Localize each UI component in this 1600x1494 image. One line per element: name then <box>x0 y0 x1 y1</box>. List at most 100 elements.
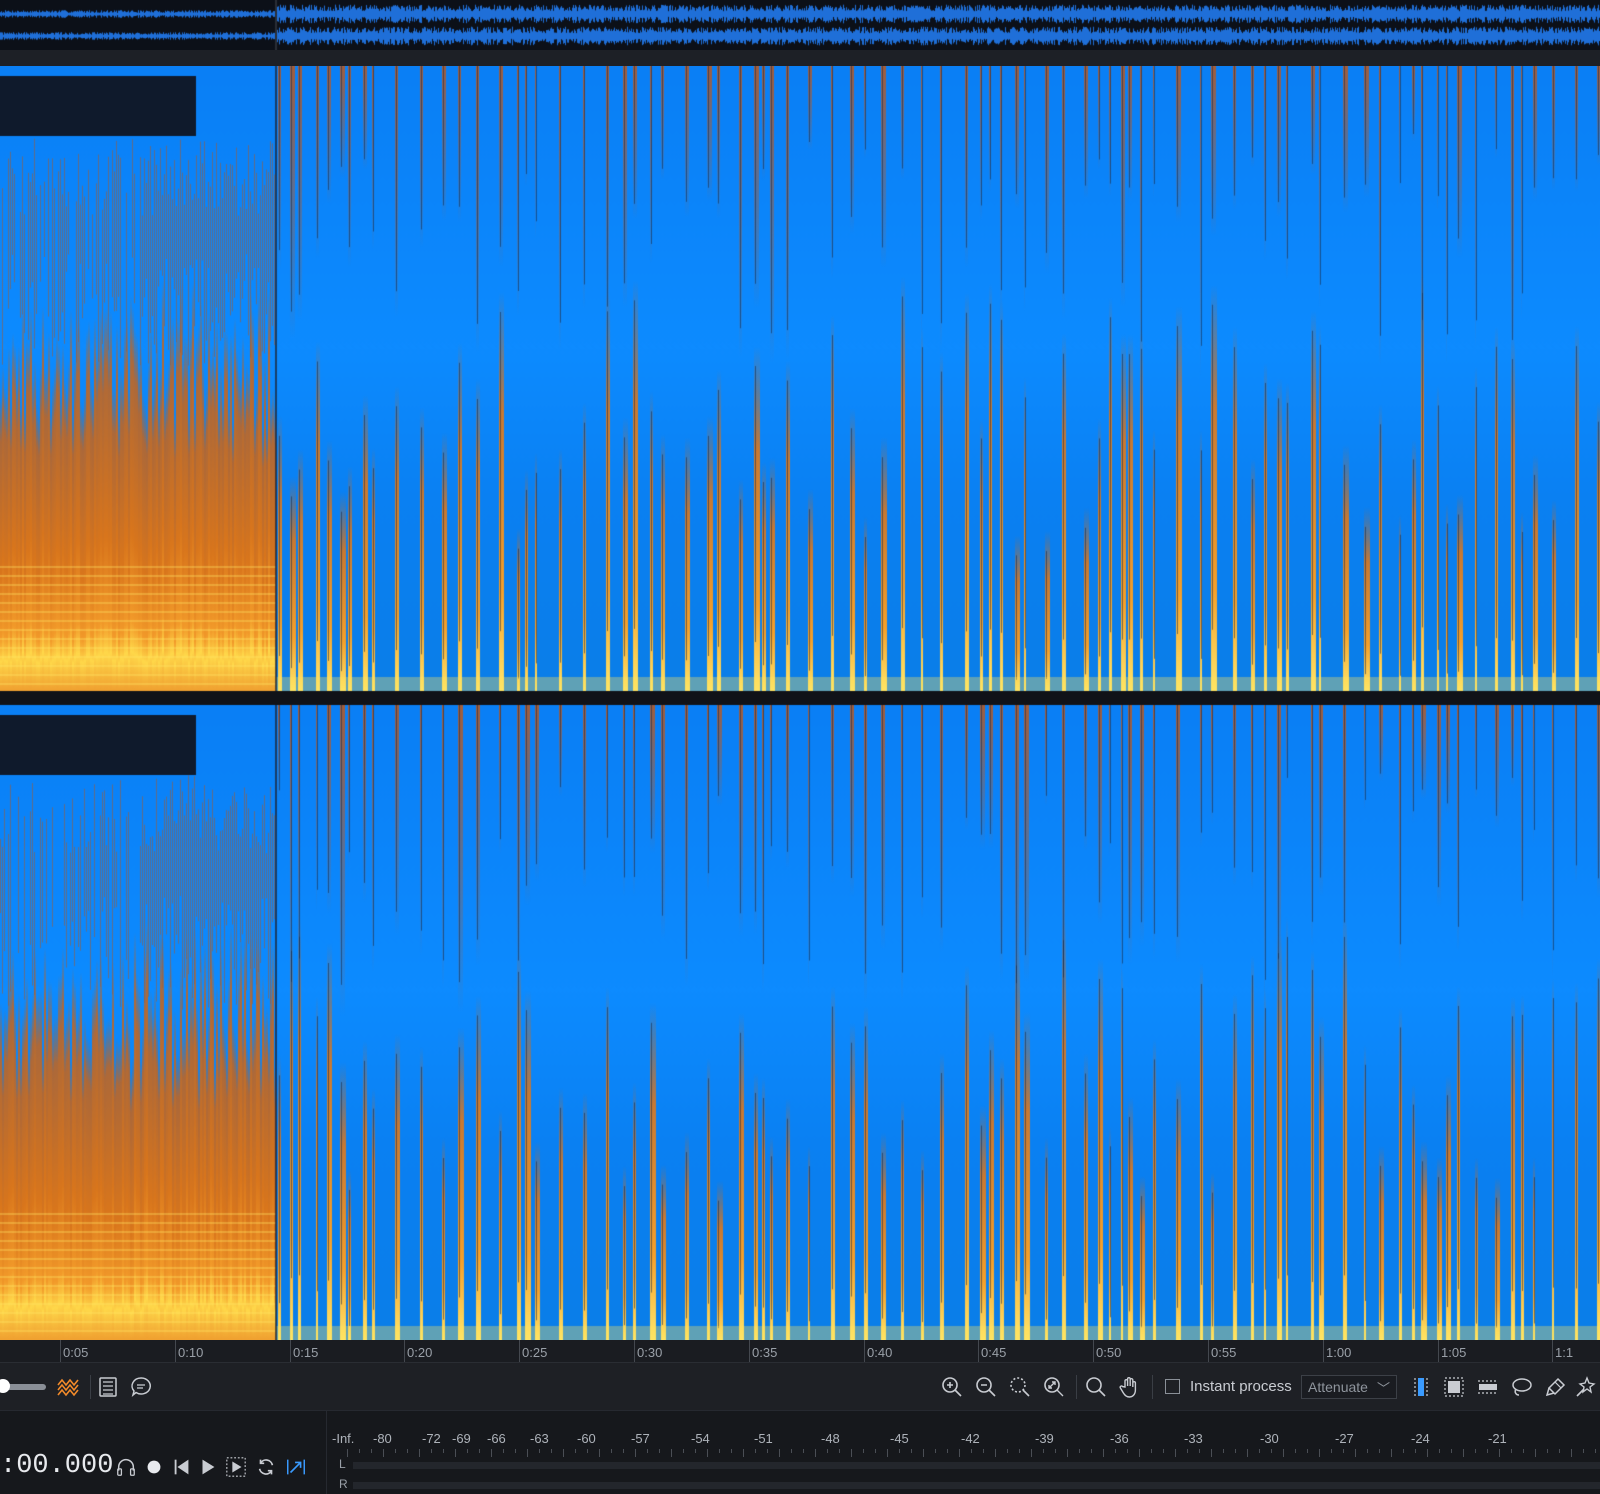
meter-scale-tick <box>491 1449 492 1457</box>
meter-scale-tick <box>971 1449 972 1453</box>
meter-scale-tick <box>863 1449 864 1453</box>
rect-selection-icon[interactable] <box>1441 1374 1467 1400</box>
timeline-tick <box>290 1340 291 1362</box>
meter-scale-tick <box>875 1449 876 1453</box>
time-readout[interactable]: :00.000 <box>0 1451 113 1481</box>
meter-scale-label: -72 <box>422 1431 441 1446</box>
meter-scale-tick <box>947 1449 948 1453</box>
meter-scale-tick <box>995 1449 996 1457</box>
meter-scale-label: -51 <box>754 1431 773 1446</box>
meter-scale-label: -21 <box>1488 1431 1507 1446</box>
meter-scale-tick <box>443 1449 444 1453</box>
meter-scale-label: -57 <box>631 1431 650 1446</box>
time-selection-icon[interactable] <box>1408 1374 1434 1400</box>
zoom-in-icon[interactable] <box>939 1374 965 1400</box>
magnifier-icon[interactable] <box>1083 1374 1109 1400</box>
meter-scale-label: -24 <box>1411 1431 1430 1446</box>
meter-scale-tick <box>575 1449 576 1453</box>
meter-scale-tick <box>1307 1449 1308 1453</box>
meter-scale-tick <box>1487 1449 1488 1453</box>
overview-canvas <box>0 0 1600 50</box>
meter-scale-label: -48 <box>821 1431 840 1446</box>
meter-scale-tick <box>1367 1449 1368 1453</box>
meter-scale-label: -39 <box>1035 1431 1054 1446</box>
record-icon[interactable] <box>142 1455 166 1479</box>
meter-scale-tick <box>1079 1449 1080 1453</box>
meter-scale-tick <box>1103 1449 1104 1457</box>
skip-back-icon[interactable] <box>170 1455 194 1479</box>
meter-scale-tick <box>347 1449 348 1457</box>
timeline-ruler[interactable]: 0:05 0:10 0:15 0:20 0:25 0:30 0:35 0:40 0:45 0:50… <box>0 1340 1600 1362</box>
meter-scale-tick <box>479 1449 480 1453</box>
frequency-selection-icon[interactable] <box>1475 1374 1501 1400</box>
instant-process-mode-select[interactable]: Attenuate ﹀ <box>1301 1375 1397 1399</box>
meter-scale-label: -66 <box>487 1431 506 1446</box>
loop-icon[interactable] <box>254 1455 278 1479</box>
timeline-label: 0:40 <box>867 1345 893 1360</box>
zoom-out-icon[interactable] <box>973 1374 999 1400</box>
meter-scale-tick <box>1571 1449 1572 1457</box>
zoom-slider-handle[interactable] <box>0 1379 10 1393</box>
timeline-tick <box>1323 1340 1324 1362</box>
meter-scale-tick <box>527 1449 528 1457</box>
markers-list-icon[interactable] <box>95 1374 121 1400</box>
waveform-spectrogram-toggle-icon[interactable] <box>55 1374 81 1400</box>
meter-scale-tick <box>1259 1449 1260 1453</box>
meter-scale-tick <box>1319 1449 1320 1457</box>
timeline-label: 0:25 <box>522 1345 548 1360</box>
meter-scale-tick <box>371 1449 372 1453</box>
meter-scale-label: -Inf. <box>332 1431 355 1446</box>
meter-scale-tick <box>599 1449 600 1457</box>
meter-scale-tick <box>1595 1449 1596 1453</box>
overview-waveform[interactable] <box>0 0 1600 50</box>
follow-playhead-icon[interactable] <box>284 1455 308 1479</box>
timeline-tick <box>60 1340 61 1362</box>
meter-scale-tick <box>803 1449 804 1453</box>
timeline-label: 1:1 <box>1555 1345 1574 1360</box>
play-icon[interactable] <box>196 1455 220 1479</box>
meter-scale-tick <box>815 1449 816 1457</box>
spectrogram-display[interactable] <box>0 66 1600 1340</box>
timeline-label: 0:20 <box>407 1345 433 1360</box>
meter-scale-tick <box>1235 1449 1236 1453</box>
timeline-label: 0:10 <box>178 1345 204 1360</box>
meter-scale-tick <box>1151 1449 1152 1453</box>
meter-scale-tick <box>611 1449 612 1453</box>
zoom-selection-icon[interactable] <box>1007 1374 1033 1400</box>
hand-icon[interactable] <box>1117 1374 1143 1400</box>
meter-scale-tick <box>1067 1449 1068 1457</box>
brush-icon[interactable] <box>1543 1374 1569 1400</box>
meter-scale-tick <box>1439 1449 1440 1453</box>
meter-scale-label: -60 <box>577 1431 596 1446</box>
meter-scale-tick <box>1091 1449 1092 1453</box>
play-selection-icon[interactable] <box>224 1455 248 1479</box>
spectrogram-canvas <box>0 66 1600 1340</box>
meter-scale-tick <box>1415 1449 1416 1453</box>
zoom-fit-icon[interactable] <box>1041 1374 1067 1400</box>
lasso-icon[interactable] <box>1509 1374 1535 1400</box>
meter-scale-tick <box>1583 1449 1584 1453</box>
meter-scale-tick <box>839 1449 840 1453</box>
timeline-label: 0:15 <box>293 1345 319 1360</box>
meter-scale-tick <box>1391 1449 1392 1457</box>
timeline-tick <box>864 1340 865 1362</box>
toolbar-divider <box>1152 1375 1153 1399</box>
comments-icon[interactable] <box>128 1374 154 1400</box>
meter-scale-tick <box>1247 1449 1248 1457</box>
timeline-tick <box>634 1340 635 1362</box>
meter-scale-tick <box>1199 1449 1200 1453</box>
timeline-tick <box>404 1340 405 1362</box>
meter-scale-tick <box>1523 1449 1524 1453</box>
instant-process-checkbox[interactable] <box>1165 1379 1180 1394</box>
meter-scale-tick <box>551 1449 552 1453</box>
toolbar-divider <box>1076 1375 1077 1399</box>
meter-scale-tick <box>1343 1449 1344 1453</box>
meter-scale-tick <box>383 1449 384 1457</box>
headphones-icon[interactable] <box>114 1455 138 1479</box>
meter-scale-tick <box>707 1449 708 1457</box>
magic-wand-icon[interactable] <box>1574 1374 1600 1400</box>
meter-scale-tick <box>407 1449 408 1453</box>
meter-scale-tick <box>1211 1449 1212 1457</box>
timeline-label: 0:45 <box>981 1345 1007 1360</box>
meter-scale-tick <box>1511 1449 1512 1453</box>
